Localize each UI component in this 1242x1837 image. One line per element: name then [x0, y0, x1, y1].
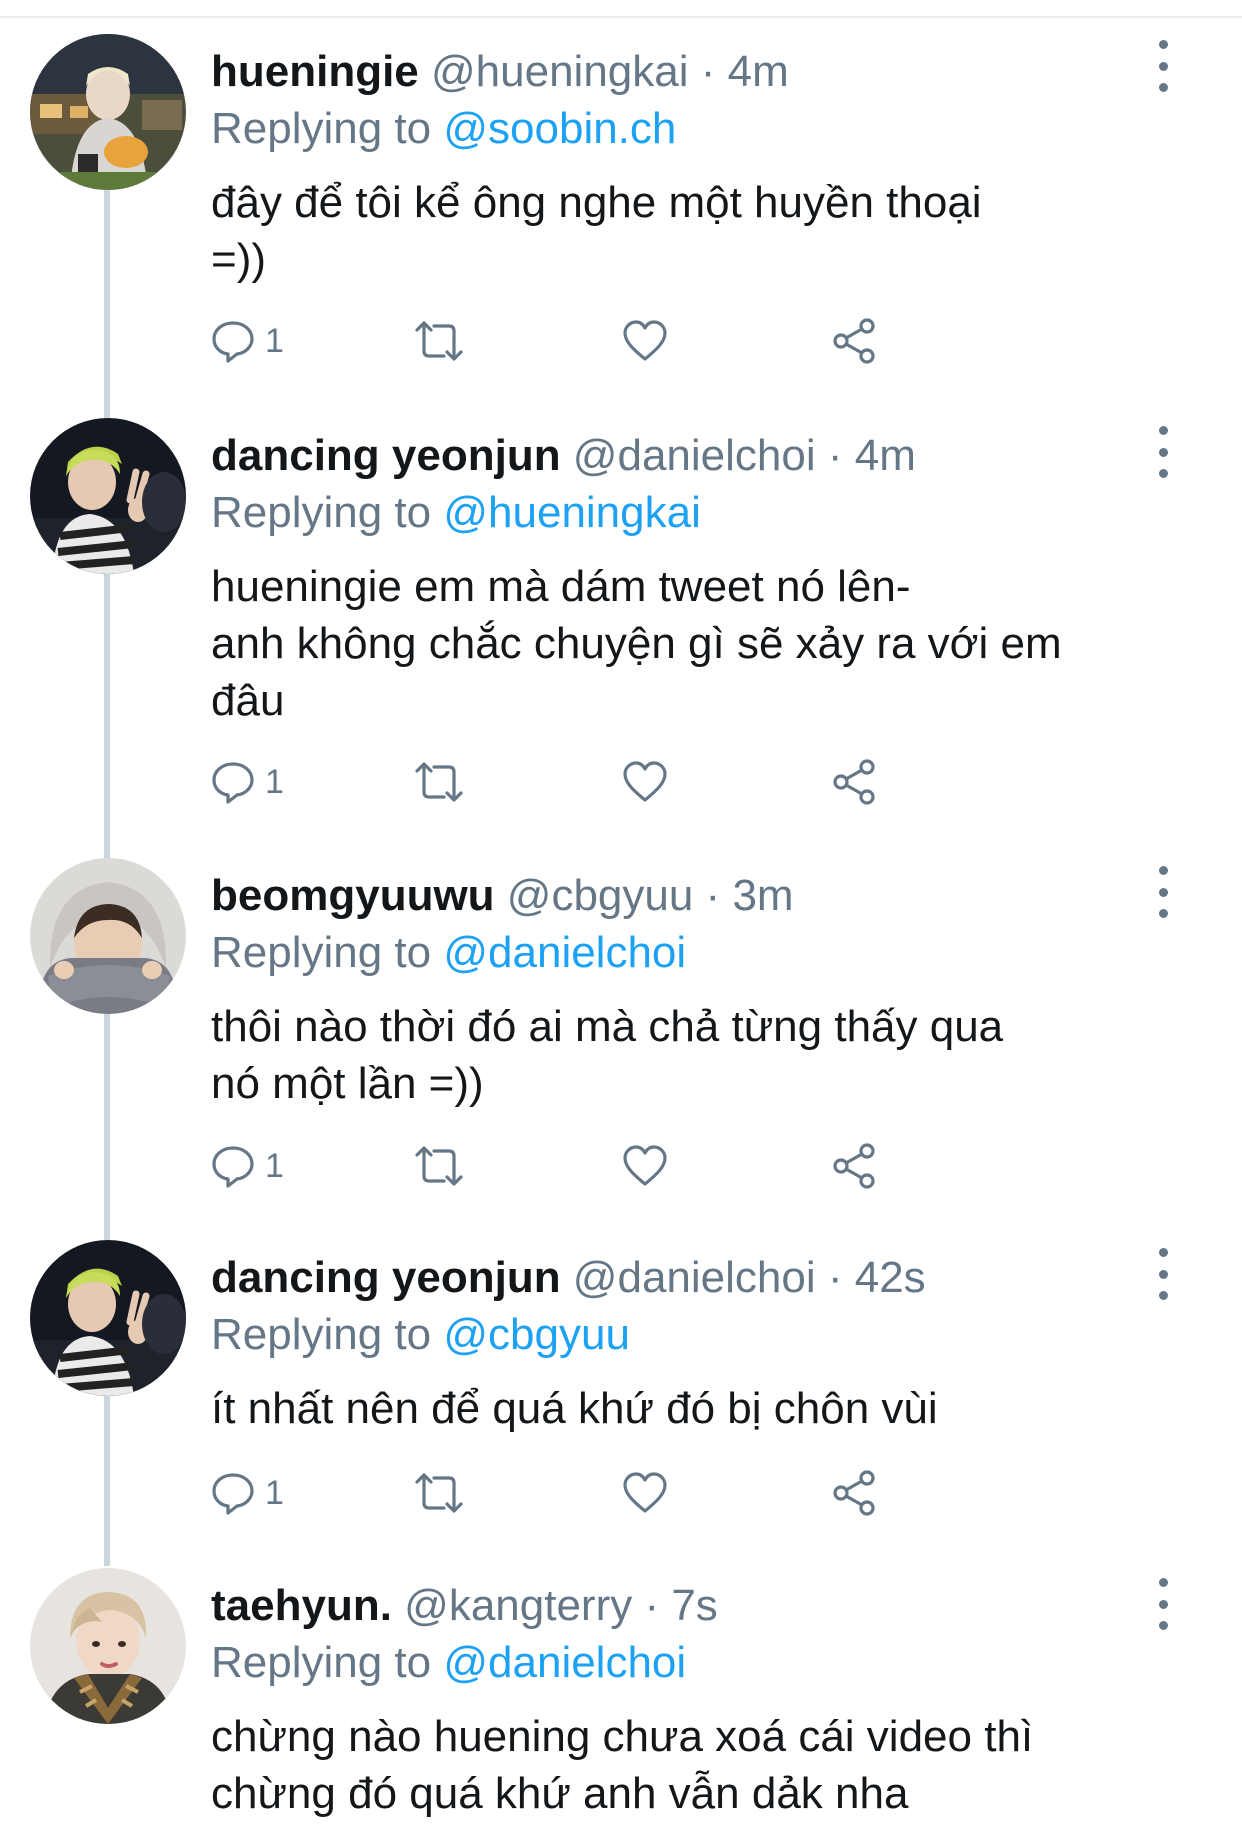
replying-label: Replying to	[211, 104, 444, 153]
reply-button[interactable]: 1	[211, 1141, 284, 1191]
share-button[interactable]	[830, 1468, 878, 1518]
reply-icon	[212, 321, 254, 363]
replying-handle-link[interactable]: @hueningkai	[443, 488, 701, 537]
more-options-icon[interactable]	[1148, 426, 1178, 478]
replying-label: Replying to	[211, 1638, 444, 1687]
tweet-text: ít nhất nên để quá khứ đó bị chôn vùi	[211, 1384, 938, 1433]
retweet-button[interactable]	[414, 1468, 464, 1518]
avatar-photo	[30, 858, 186, 1014]
heart-icon	[623, 320, 667, 361]
tweet-text: hueningie em mà dám tweet nó lên- anh kh…	[211, 562, 1062, 725]
more-options-icon[interactable]	[1148, 1578, 1178, 1630]
tweet-header: beomgyuuwu @cbgyuu · 3m	[211, 868, 1171, 924]
display-name[interactable]: taehyun.	[211, 1581, 392, 1630]
retweet-button[interactable]	[414, 316, 464, 366]
reply-button[interactable]: 1	[211, 316, 284, 366]
reply-button[interactable]: 1	[211, 1468, 284, 1518]
user-avatar[interactable]	[30, 1568, 186, 1724]
display-name[interactable]: dancing yeonjun	[211, 431, 561, 480]
retweet-icon	[415, 1146, 463, 1186]
avatar-photo	[30, 34, 186, 190]
heart-icon	[623, 761, 667, 802]
tweet-actions: 1	[211, 316, 1011, 366]
retweet-icon	[415, 1473, 463, 1513]
reply-button[interactable]: 1	[211, 757, 284, 807]
user-avatar[interactable]	[30, 1240, 186, 1396]
like-button[interactable]	[622, 1141, 668, 1191]
thread-line	[104, 1012, 110, 1240]
tweet-header: taehyun. @kangterry · 7s	[211, 1578, 1171, 1634]
more-options-icon[interactable]	[1148, 866, 1178, 918]
reply-count: 1	[265, 1474, 284, 1512]
user-avatar[interactable]	[30, 34, 186, 190]
replying-to: Replying to @hueningkai	[211, 484, 1171, 542]
replying-to: Replying to @danielchoi	[211, 1634, 1171, 1692]
avatar-photo	[30, 418, 186, 574]
user-avatar[interactable]	[30, 858, 186, 1014]
like-button[interactable]	[622, 1468, 668, 1518]
reply-icon	[212, 1473, 254, 1515]
top-divider	[0, 16, 1242, 18]
tweet-header: dancing yeonjun @danielchoi · 42s	[211, 1250, 1171, 1306]
replying-label: Replying to	[211, 928, 444, 977]
avatar-photo	[30, 1568, 186, 1724]
display-name[interactable]: hueningie	[211, 47, 419, 96]
replying-handle-link[interactable]: @cbgyuu	[443, 1310, 630, 1359]
tweet-text: chừng nào huening chưa xoá cái video thì…	[211, 1712, 1034, 1818]
tweet-actions: 1	[211, 757, 1011, 807]
handle-and-time: @danielchoi · 4m	[560, 431, 916, 480]
like-button[interactable]	[622, 757, 668, 807]
more-options-icon[interactable]	[1148, 1248, 1178, 1300]
replying-to: Replying to @danielchoi	[211, 924, 1171, 982]
replying-label: Replying to	[211, 488, 444, 537]
thread-line	[104, 160, 110, 428]
tweet-header: hueningie @hueningkai · 4m	[211, 44, 1171, 100]
reply-count: 1	[265, 1147, 284, 1185]
handle-and-time: @danielchoi · 42s	[560, 1253, 926, 1302]
display-name[interactable]: beomgyuuwu	[211, 871, 495, 920]
replying-handle-link[interactable]: @danielchoi	[443, 928, 686, 977]
avatar-photo	[30, 1240, 186, 1396]
share-icon	[833, 1143, 875, 1189]
display-name[interactable]: dancing yeonjun	[211, 1253, 561, 1302]
tweet-actions: 1	[211, 1141, 1011, 1191]
share-icon	[833, 759, 875, 805]
share-button[interactable]	[830, 316, 878, 366]
heart-icon	[623, 1145, 667, 1186]
share-button[interactable]	[830, 1141, 878, 1191]
replying-handle-link[interactable]: @soobin.ch	[443, 104, 676, 153]
share-icon	[833, 1470, 875, 1516]
thread-line	[104, 574, 110, 858]
tweet-actions: 1	[211, 1468, 1011, 1518]
replying-label: Replying to	[211, 1310, 444, 1359]
reply-icon	[212, 762, 254, 804]
retweet-button[interactable]	[414, 757, 464, 807]
retweet-icon	[415, 762, 463, 802]
heart-icon	[623, 1472, 667, 1513]
handle-and-time: @cbgyuu · 3m	[494, 871, 794, 920]
reply-count: 1	[265, 322, 284, 360]
reply-icon	[212, 1146, 254, 1188]
like-button[interactable]	[622, 316, 668, 366]
share-button[interactable]	[830, 757, 878, 807]
user-avatar[interactable]	[30, 418, 186, 574]
tweet-header: dancing yeonjun @danielchoi · 4m	[211, 428, 1171, 484]
share-icon	[833, 318, 875, 364]
thread-line	[104, 1396, 110, 1566]
handle-and-time: @kangterry · 7s	[391, 1581, 718, 1630]
retweet-icon	[415, 321, 463, 361]
tweet-text: thôi nào thời đó ai mà chả từng thấy qua…	[211, 1002, 1004, 1108]
reply-count: 1	[265, 763, 284, 801]
replying-to: Replying to @cbgyuu	[211, 1306, 1171, 1364]
replying-handle-link[interactable]: @danielchoi	[443, 1638, 686, 1687]
replying-to: Replying to @soobin.ch	[211, 100, 1171, 158]
tweet-text: đây để tôi kể ông nghe một huyền thoại =…	[211, 178, 982, 284]
more-options-icon[interactable]	[1148, 40, 1178, 92]
retweet-button[interactable]	[414, 1141, 464, 1191]
handle-and-time: @hueningkai · 4m	[418, 47, 789, 96]
